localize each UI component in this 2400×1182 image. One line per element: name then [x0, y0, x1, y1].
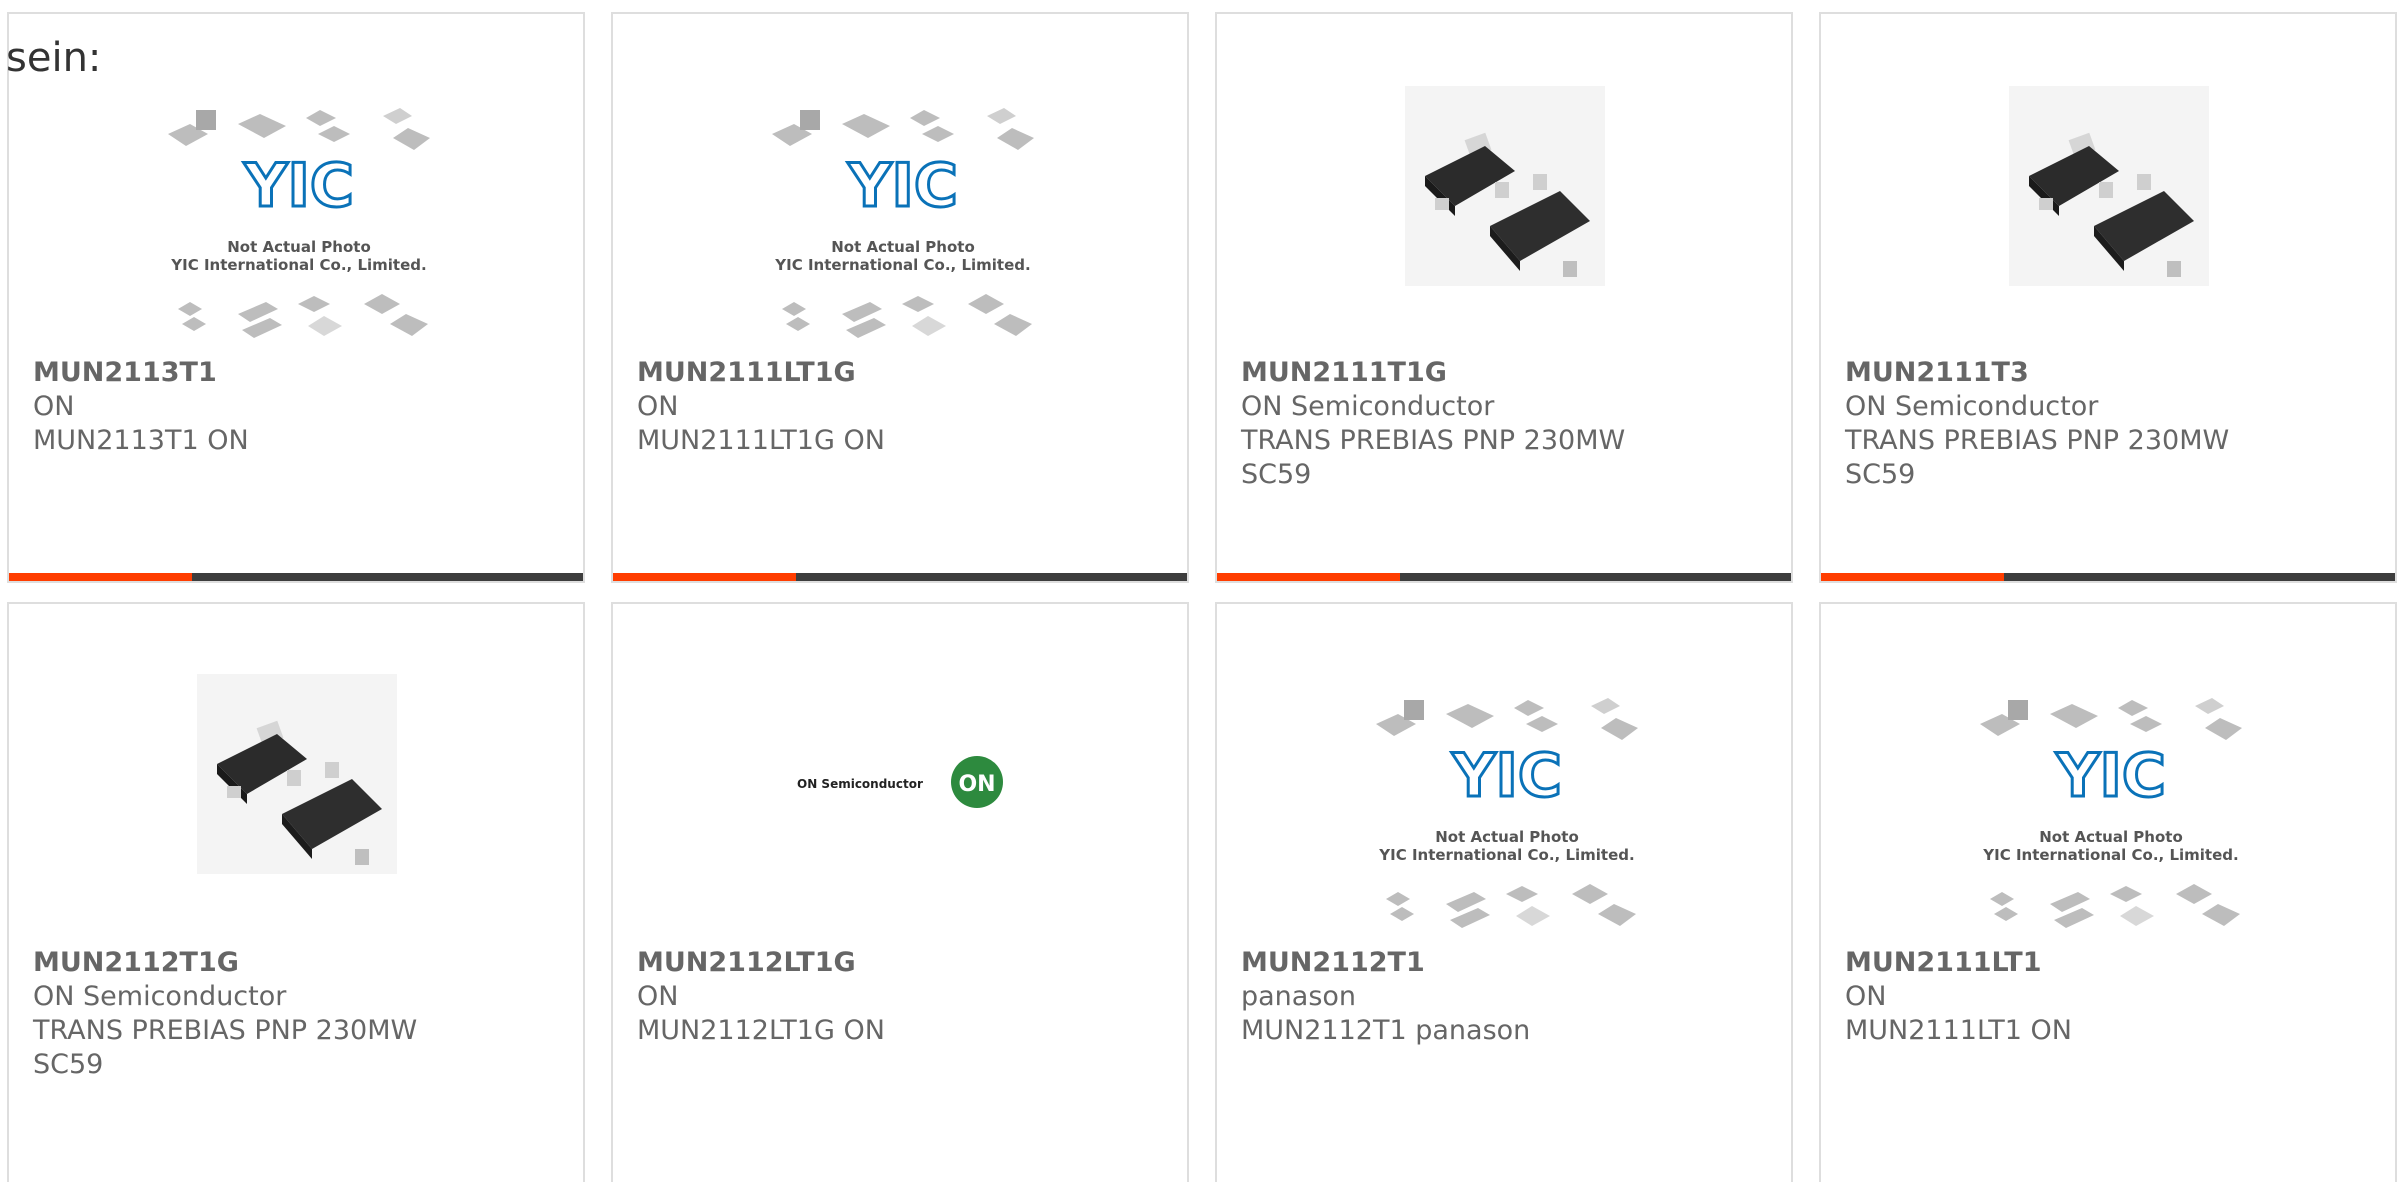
product-info: MUN2111LT1 ON MUN2111LT1 ON	[1845, 946, 2375, 1048]
product-card[interactable]: MUN2111T1G ON Semiconductor TRANS PREBIA…	[1215, 12, 1793, 583]
product-image[interactable]: ON Semiconductor ON	[613, 604, 1187, 939]
on-logo-mark: ON	[958, 772, 995, 797]
placeholder-line2: YIC International Co., Limited.	[1982, 846, 2238, 864]
product-info: MUN2112LT1G ON MUN2112LT1G ON	[637, 946, 1167, 1048]
description-line: SC59	[1845, 459, 1916, 490]
product-card[interactable]: YIC Not Actual Photo YIC International C…	[7, 12, 585, 583]
brand-name: ON	[33, 391, 75, 422]
sot-chip-photo	[2009, 86, 2209, 286]
card-accent-bar	[1821, 573, 2004, 581]
yic-logo-icon: YIC	[1451, 741, 1562, 811]
description-line: MUN2112LT1G ON	[637, 1015, 885, 1046]
brand-name: ON	[1845, 981, 1887, 1012]
card-bottom-bar	[9, 573, 583, 581]
yic-logo-icon: YIC	[2055, 741, 2166, 811]
card-bottom-bar	[1217, 573, 1791, 581]
product-info: MUN2111T1G ON Semiconductor TRANS PREBIA…	[1241, 356, 1771, 492]
placeholder-line2: YIC International Co., Limited.	[170, 256, 426, 274]
brand-name: ON Semiconductor	[33, 981, 287, 1012]
description-line: SC59	[1241, 459, 1312, 490]
placeholder-line1: Not Actual Photo	[2039, 828, 2183, 846]
product-info: MUN2111LT1G ON MUN2111LT1G ON	[637, 356, 1167, 458]
placeholder-line1: Not Actual Photo	[1435, 828, 1579, 846]
yic-placeholder-image: YIC Not Actual Photo YIC International C…	[168, 108, 430, 338]
product-card[interactable]: YIC Not Actual Photo YIC International C…	[611, 12, 1189, 583]
brand-name: ON Semiconductor	[1845, 391, 2099, 422]
on-semiconductor-wordmark: ON Semiconductor	[797, 777, 923, 791]
yic-placeholder-image: YIC Not Actual Photo YIC International C…	[1376, 698, 1638, 928]
description-line: TRANS PREBIAS PNP 230MW	[1845, 425, 2230, 456]
product-image[interactable]: YIC Not Actual Photo YIC International C…	[1821, 604, 2395, 939]
brand-name: ON Semiconductor	[1241, 391, 1495, 422]
product-card[interactable]: MUN2112T1G ON Semiconductor TRANS PREBIA…	[7, 602, 585, 1182]
brand-name: ON	[637, 981, 679, 1012]
product-info: MUN2112T1 panason MUN2112T1 panason	[1241, 946, 1771, 1048]
part-number-link[interactable]: MUN2111LT1	[1845, 946, 2375, 980]
part-number-link[interactable]: MUN2111T3	[1845, 356, 2375, 390]
description-line: SC59	[33, 1049, 104, 1080]
part-number-link[interactable]: MUN2111T1G	[1241, 356, 1771, 390]
brand-name: panason	[1241, 981, 1357, 1012]
yic-placeholder-image: YIC Not Actual Photo YIC International C…	[772, 108, 1034, 338]
part-number-link[interactable]: MUN2112T1G	[33, 946, 563, 980]
card-accent-bar	[1217, 573, 1400, 581]
product-image[interactable]	[1217, 14, 1791, 349]
part-number-link[interactable]: MUN2112LT1G	[637, 946, 1167, 980]
placeholder-line1: Not Actual Photo	[831, 238, 975, 256]
description-line: TRANS PREBIAS PNP 230MW	[33, 1015, 418, 1046]
part-number-link[interactable]: MUN2111LT1G	[637, 356, 1167, 390]
description-line: MUN2111LT1 ON	[1845, 1015, 2072, 1046]
description-line: MUN2113T1 ON	[33, 425, 249, 456]
description-line: MUN2111LT1G ON	[637, 425, 885, 456]
product-card[interactable]: YIC Not Actual Photo YIC International C…	[1215, 602, 1793, 1182]
part-number-link[interactable]: MUN2112T1	[1241, 946, 1771, 980]
product-card[interactable]: YIC Not Actual Photo YIC International C…	[1819, 602, 2397, 1182]
product-image[interactable]: YIC Not Actual Photo YIC International C…	[1217, 604, 1791, 939]
placeholder-line2: YIC International Co., Limited.	[1378, 846, 1634, 864]
yic-logo-icon: YIC	[243, 151, 354, 221]
placeholder-line2: YIC International Co., Limited.	[774, 256, 1030, 274]
description-line: TRANS PREBIAS PNP 230MW	[1241, 425, 1626, 456]
placeholder-line1: Not Actual Photo	[227, 238, 371, 256]
card-accent-bar	[613, 573, 796, 581]
product-info: MUN2111T3 ON Semiconductor TRANS PREBIAS…	[1845, 356, 2375, 492]
page-label: sein:	[6, 35, 102, 81]
yic-placeholder-image: YIC Not Actual Photo YIC International C…	[1980, 698, 2242, 928]
product-card[interactable]: ON Semiconductor ON MUN2112LT1G ON MUN21…	[611, 602, 1189, 1182]
sot-chip-photo	[197, 674, 397, 874]
product-image[interactable]	[1821, 14, 2395, 349]
product-info: MUN2113T1 ON MUN2113T1 ON	[33, 356, 563, 458]
product-info: MUN2112T1G ON Semiconductor TRANS PREBIA…	[33, 946, 563, 1082]
sot-chip-photo	[1405, 86, 1605, 286]
on-semiconductor-logo-image: ON Semiconductor ON	[797, 756, 1003, 808]
card-accent-bar	[9, 573, 192, 581]
card-bottom-bar	[1821, 573, 2395, 581]
brand-name: ON	[637, 391, 679, 422]
yic-logo-icon: YIC	[847, 151, 958, 221]
part-number-link[interactable]: MUN2113T1	[33, 356, 563, 390]
card-bottom-bar	[613, 573, 1187, 581]
description-line: MUN2112T1 panason	[1241, 1015, 1531, 1046]
product-grid: YIC Not Actual Photo YIC International C…	[0, 0, 2400, 1182]
product-image[interactable]: YIC Not Actual Photo YIC International C…	[613, 14, 1187, 349]
product-card[interactable]: MUN2111T3 ON Semiconductor TRANS PREBIAS…	[1819, 12, 2397, 583]
product-image[interactable]	[9, 604, 583, 939]
